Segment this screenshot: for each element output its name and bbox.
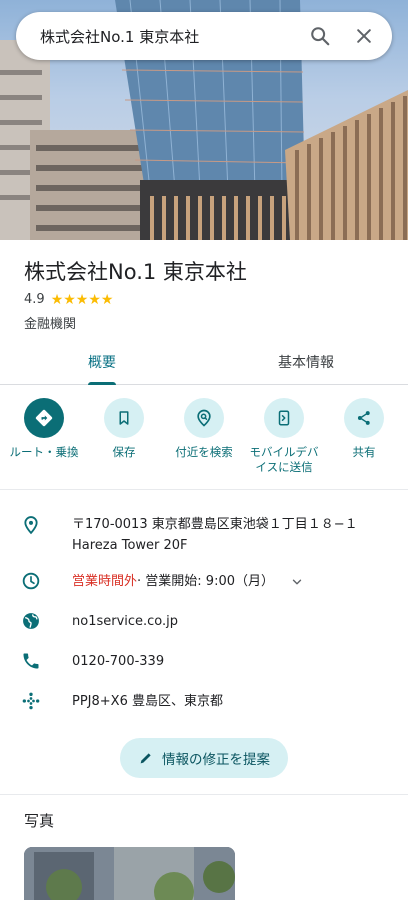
directions-label: ルート・乗換	[9, 445, 79, 459]
hours-next-open: · 営業開始: 9:00（月）	[137, 574, 274, 589]
plus-code-icon	[22, 692, 40, 710]
phone-row[interactable]: 0120-700-339	[0, 651, 408, 672]
save-button[interactable]: 保存	[85, 398, 163, 475]
suggest-edit-button[interactable]: 情報の修正を提案	[120, 738, 288, 778]
location-pin-icon	[24, 516, 38, 535]
send-to-phone-icon	[278, 410, 290, 426]
search-query-text[interactable]: 株式会社No.1 東京本社	[16, 26, 298, 47]
search-icon	[311, 27, 330, 46]
nearby-circle[interactable]	[184, 398, 224, 438]
address-row[interactable]: 〒170-0013 東京都豊島区東池袋１丁目１８−１ Hareza Tower …	[0, 514, 408, 556]
suggest-edit-label: 情報の修正を提案	[162, 752, 270, 768]
action-buttons: ルート・乗換 保存 付近を検索 モバイルデバイスに送信 共有	[0, 398, 408, 475]
save-circle[interactable]	[104, 398, 144, 438]
photo-image	[24, 847, 235, 900]
website-row[interactable]: no1service.co.jp	[0, 611, 408, 632]
search-button[interactable]	[298, 14, 342, 58]
clock-icon	[22, 572, 40, 590]
star-icons: ★★★★★	[50, 291, 114, 308]
rating-stars: ★★★★★	[51, 293, 115, 307]
rating-value: 4.9	[24, 292, 45, 307]
website-text[interactable]: no1service.co.jp	[72, 611, 178, 632]
share-button[interactable]: 共有	[325, 398, 403, 475]
plus-code-row[interactable]: PPJ8+X6 豊島区、東京都	[0, 691, 408, 712]
close-icon	[357, 29, 371, 43]
tab-overview[interactable]: 概要	[0, 340, 204, 385]
save-label: 保存	[112, 445, 136, 459]
share-icon	[357, 411, 370, 425]
directions-icon	[35, 409, 53, 427]
nearby-button[interactable]: 付近を検索	[165, 398, 243, 475]
tab-bar: 概要 基本情報	[0, 340, 408, 385]
address-line2: Hareza Tower 20F	[72, 538, 188, 553]
send-to-phone-circle[interactable]	[264, 398, 304, 438]
share-circle[interactable]	[344, 398, 384, 438]
rating-row[interactable]: 4.9 ★★★★★	[24, 292, 114, 307]
send-to-phone-label: モバイルデバイスに送信	[249, 445, 319, 474]
nearby-search-icon	[197, 409, 211, 427]
chevron-down-icon[interactable]	[290, 575, 304, 589]
bookmark-icon	[119, 411, 129, 425]
directions-button[interactable]: ルート・乗換	[5, 398, 83, 475]
address-line1: 〒170-0013 東京都豊島区東池袋１丁目１８−１	[72, 517, 358, 532]
hours-row[interactable]: 営業時間外 · 営業開始: 9:00（月）	[0, 571, 408, 592]
place-category[interactable]: 金融機関	[24, 313, 76, 332]
section-divider	[0, 489, 408, 490]
pencil-icon	[140, 753, 151, 764]
plus-code-text[interactable]: PPJ8+X6 豊島区、東京都	[72, 691, 223, 712]
phone-text[interactable]: 0120-700-339	[72, 651, 164, 672]
send-to-phone-button[interactable]: モバイルデバイスに送信	[245, 398, 323, 475]
hours-status: 営業時間外	[72, 574, 138, 589]
clear-search-button[interactable]	[342, 14, 386, 58]
share-label: 共有	[352, 445, 376, 459]
nearby-label: 付近を検索	[175, 445, 233, 459]
phone-icon	[23, 653, 39, 669]
directions-circle[interactable]	[24, 398, 64, 438]
place-title: 株式会社No.1 東京本社	[24, 260, 247, 284]
photo-thumbnail[interactable]	[24, 847, 235, 900]
section-divider	[0, 794, 408, 795]
globe-icon	[23, 613, 39, 629]
search-bar[interactable]: 株式会社No.1 東京本社	[16, 12, 392, 60]
tab-about[interactable]: 基本情報	[204, 340, 408, 384]
photos-heading: 写真	[24, 812, 55, 830]
